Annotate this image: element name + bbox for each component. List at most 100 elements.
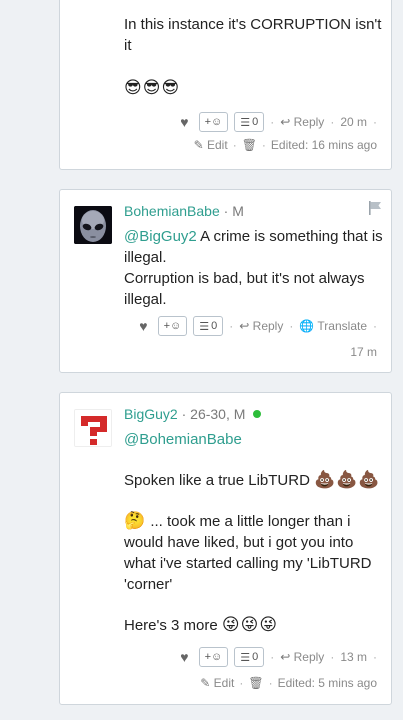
list-count: 0 xyxy=(252,651,259,663)
comment-line: illegal. xyxy=(124,291,167,308)
react-label: +☺ xyxy=(204,116,223,128)
pencil-icon: ✎ xyxy=(193,138,204,152)
comment-body: In this instance it's CORRUPTION isn't i… xyxy=(124,14,386,99)
separator: · xyxy=(270,115,275,129)
emoji-line: 😎😎😎 xyxy=(124,78,181,98)
comment-line: would have liked, but i got you into xyxy=(124,534,354,551)
comment-text: A crime is something that is xyxy=(196,228,383,245)
react-button[interactable]: +☺ xyxy=(157,316,188,336)
comment-actions: ♥ +☺ ☰ 0 · ↩ Reply · 20 m · xyxy=(180,112,377,132)
winking-tongue-emoji: 😜😜😜 xyxy=(221,615,279,635)
comment-sub-actions: ✎ Edit · 🗑 · Edited: 5 mins ago xyxy=(200,676,377,690)
comment-time: 17 m xyxy=(350,345,377,359)
edit-button[interactable]: ✎ Edit xyxy=(200,676,234,690)
separator: · xyxy=(289,319,294,333)
comment-line: what i've started calling my 'LibTURD xyxy=(124,555,372,572)
separator: · xyxy=(330,115,335,129)
edit-label: Edit xyxy=(207,138,228,152)
comment-line: Here's 3 more 😜😜😜 xyxy=(124,615,386,636)
reply-icon: ↩ xyxy=(280,115,291,129)
separator: · xyxy=(270,650,275,664)
question-mark-avatar-icon xyxy=(75,410,111,446)
alien-avatar-icon xyxy=(74,206,112,244)
reply-button[interactable]: ↩ Reply xyxy=(280,115,324,129)
edit-button[interactable]: ✎ Edit xyxy=(194,138,228,152)
comment-line: 🤔 ... took me a little longer than i xyxy=(124,511,386,532)
avatar[interactable] xyxy=(74,409,112,447)
comment-meta: BigGuy2 · 26-30, M xyxy=(124,405,262,423)
comment-text: Spoken like a true LibTURD xyxy=(124,472,310,489)
edit-label: Edit xyxy=(213,676,235,690)
separator: · xyxy=(330,650,335,664)
reply-icon: ↩ xyxy=(280,650,291,664)
delete-button[interactable]: 🗑 xyxy=(248,676,263,690)
react-label: +☺ xyxy=(204,651,223,663)
pencil-icon: ✎ xyxy=(200,676,211,690)
translate-label: Translate xyxy=(317,319,367,333)
list-count: 0 xyxy=(211,320,218,332)
comment-line: 'corner' xyxy=(124,576,173,593)
mention-link[interactable]: @BohemianBabe xyxy=(124,431,242,448)
comment-actions: ♥ +☺ ☰ 0 · ↩ Reply · 🌐 Translate · xyxy=(139,316,377,336)
heart-icon[interactable]: ♥ xyxy=(139,318,147,334)
react-label: +☺ xyxy=(163,320,182,332)
comment-line: In this instance it's CORRUPTION isn't xyxy=(124,16,382,33)
edited-status: Edited: 16 mins ago xyxy=(270,138,377,152)
list-icon: ☰ xyxy=(240,116,251,129)
list-icon: ☰ xyxy=(240,651,251,664)
comment-sub-actions: ✎ Edit · 🗑 · Edited: 16 mins ago xyxy=(194,138,377,152)
comment-text: Here's 3 more xyxy=(124,617,218,634)
separator: · xyxy=(181,406,191,422)
list-button[interactable]: ☰ 0 xyxy=(234,647,265,667)
translate-button[interactable]: 🌐 Translate xyxy=(299,319,367,333)
comment-body: @BigGuy2 A crime is something that is il… xyxy=(124,226,386,310)
edited-status: Edited: 5 mins ago xyxy=(277,676,377,690)
trash-icon: 🗑 xyxy=(241,138,257,152)
author-name[interactable]: BohemianBabe xyxy=(124,203,220,219)
list-count: 0 xyxy=(252,116,259,128)
comment-body: @BohemianBabe Spoken like a true LibTURD… xyxy=(124,429,386,636)
reply-button[interactable]: ↩ Reply xyxy=(239,319,283,333)
separator: · xyxy=(229,319,234,333)
author-badge: 26-30, M xyxy=(190,406,246,422)
author-name[interactable]: BigGuy2 xyxy=(124,406,178,422)
separator: · xyxy=(232,138,237,152)
list-button[interactable]: ☰ 0 xyxy=(234,112,265,132)
online-status-dot xyxy=(253,410,262,418)
reply-label: Reply xyxy=(293,650,325,664)
comment-card: BigGuy2 · 26-30, M @BohemianBabe Spoken … xyxy=(59,392,392,705)
react-button[interactable]: +☺ xyxy=(198,647,229,667)
list-icon: ☰ xyxy=(199,320,210,333)
comment-card: BohemianBabe · M @BigGuy2 A crime is som… xyxy=(59,189,392,373)
avatar[interactable] xyxy=(74,206,112,244)
reply-button[interactable]: ↩ Reply xyxy=(280,650,324,664)
mention-link[interactable]: @BigGuy2 xyxy=(124,228,197,245)
delete-button[interactable]: 🗑 xyxy=(242,138,257,152)
author-badge: M xyxy=(232,203,244,219)
react-button[interactable]: +☺ xyxy=(198,112,229,132)
comment-line: it xyxy=(124,37,132,54)
reply-label: Reply xyxy=(293,115,325,129)
poop-emoji: 💩💩💩 xyxy=(314,470,381,490)
trash-icon: 🗑 xyxy=(248,676,264,690)
comment-card: In this instance it's CORRUPTION isn't i… xyxy=(59,0,392,170)
heart-icon[interactable]: ♥ xyxy=(180,649,188,665)
comment-line: Spoken like a true LibTURD 💩💩💩 xyxy=(124,470,386,491)
comment-time: 20 m xyxy=(340,115,367,129)
reply-icon: ↩ xyxy=(239,319,250,333)
comment-text: ... took me a little longer than i xyxy=(150,513,351,530)
separator: · xyxy=(373,650,377,664)
separator: · xyxy=(268,676,273,690)
separator: · xyxy=(261,138,266,152)
heart-icon[interactable]: ♥ xyxy=(180,114,188,130)
flag-icon[interactable] xyxy=(367,200,383,216)
reply-label: Reply xyxy=(252,319,284,333)
separator: · xyxy=(223,203,233,219)
comment-time: 13 m xyxy=(340,650,367,664)
separator: · xyxy=(373,115,377,129)
list-button[interactable]: ☰ 0 xyxy=(193,316,224,336)
comment-actions: ♥ +☺ ☰ 0 · ↩ Reply · 13 m · xyxy=(180,647,377,667)
comment-line: @BigGuy2 A crime is something that is xyxy=(124,226,386,247)
thinking-emoji: 🤔 xyxy=(124,511,147,531)
separator: · xyxy=(239,676,244,690)
